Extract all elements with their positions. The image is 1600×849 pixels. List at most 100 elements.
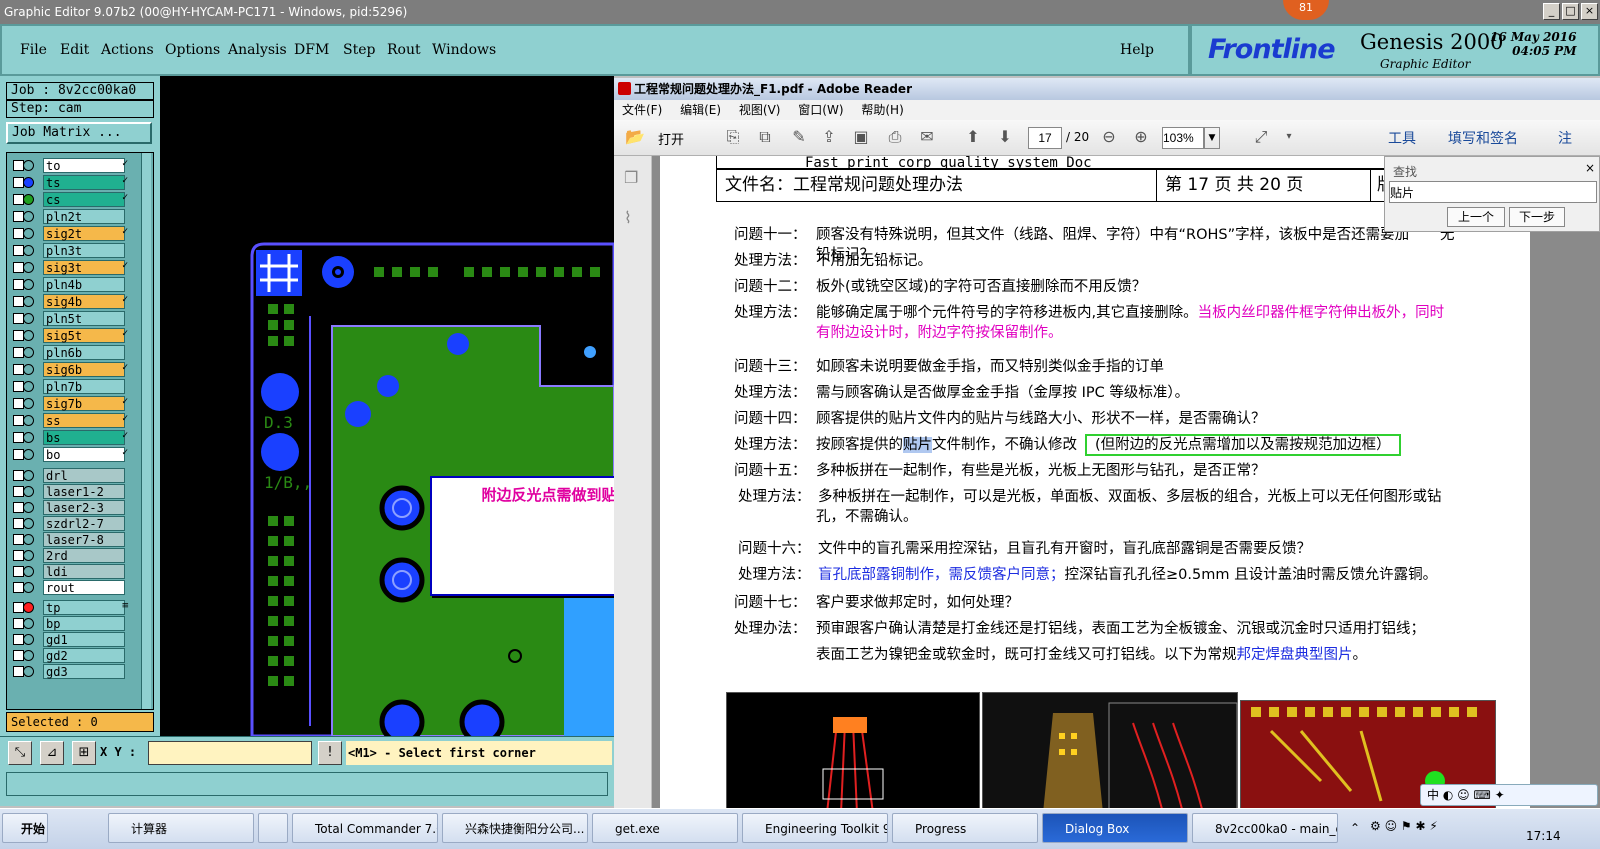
job-matrix-button[interactable]: Job Matrix ... <box>6 122 152 144</box>
zoom-input[interactable] <box>1162 127 1204 149</box>
find-close-icon[interactable]: × <box>1585 161 1595 175</box>
task-get-exe[interactable]: get.exe <box>592 813 738 843</box>
layer-color-dot[interactable] <box>23 347 34 358</box>
task-main-qa[interactable]: 8v2cc00ka0 - main_qa <box>1192 813 1338 843</box>
layer-name[interactable]: drl <box>43 468 125 483</box>
layer-name[interactable]: ts <box>43 175 125 190</box>
measure-icon[interactable]: ⊿ <box>40 741 64 765</box>
layer-name[interactable]: laser1-2 <box>43 484 125 499</box>
layer-row[interactable]: szdrl2-7 <box>7 516 143 531</box>
layer-color-dot[interactable] <box>23 211 34 222</box>
close-button[interactable]: × <box>1581 3 1598 20</box>
layer-name[interactable]: sig5t <box>43 328 125 343</box>
task-total-commander[interactable]: Total Commander 7.0 ... <box>292 813 438 843</box>
layer-color-dot[interactable] <box>23 582 34 593</box>
menu-actions[interactable]: Actions <box>101 42 154 58</box>
layer-color-dot[interactable] <box>23 228 34 239</box>
layer-name[interactable]: gd3 <box>43 664 125 679</box>
more-icon[interactable]: ▾ <box>1278 126 1300 148</box>
layer-color-dot[interactable] <box>23 296 34 307</box>
maximize-button[interactable]: □ <box>1562 3 1579 20</box>
save-icon[interactable]: ▣ <box>850 126 872 148</box>
edit-icon[interactable]: ✎ <box>788 126 810 148</box>
layer-name[interactable]: pln4b <box>43 277 125 292</box>
layer-color-dot[interactable] <box>23 602 34 613</box>
layer-color-dot[interactable] <box>23 381 34 392</box>
layer-color-dot[interactable] <box>23 502 34 513</box>
print-icon[interactable]: ⎙ <box>884 126 906 148</box>
tools-button[interactable]: 工具 <box>1388 128 1416 148</box>
layer-color-dot[interactable] <box>23 650 34 661</box>
layer-name[interactable]: pln3t <box>43 243 125 258</box>
layer-name[interactable]: sig2t <box>43 226 125 241</box>
layer-color-dot[interactable] <box>23 398 34 409</box>
layer-name[interactable]: tp <box>43 600 125 615</box>
menu-rout[interactable]: Rout <box>387 42 421 58</box>
layer-color-dot[interactable] <box>23 534 34 545</box>
sign-button[interactable]: 填写和签名 <box>1448 128 1518 148</box>
upload-icon[interactable]: ⇪ <box>818 126 840 148</box>
layer-name[interactable]: laser2-3 <box>43 500 125 515</box>
ime-mode[interactable]: 中 <box>1427 788 1439 802</box>
pages-icon[interactable]: ❐ <box>624 168 638 187</box>
comment-button[interactable]: 注 <box>1558 128 1572 148</box>
task-calculator[interactable]: 计算器 <box>108 813 254 843</box>
find-next-button[interactable]: 下一步 <box>1509 207 1565 227</box>
layer-row[interactable]: sig6b ✓ <box>7 362 143 377</box>
layer-color-dot[interactable] <box>23 432 34 443</box>
layer-color-dot[interactable] <box>23 364 34 375</box>
layer-row[interactable]: sig2t ✓ <box>7 226 143 241</box>
layer-row[interactable]: gd2 <box>7 648 143 663</box>
layer-color-dot[interactable] <box>23 313 34 324</box>
next-page-icon[interactable]: ⬇ <box>994 126 1016 148</box>
layer-color-dot[interactable] <box>23 550 34 561</box>
layer-color-dot[interactable] <box>23 177 34 188</box>
fit-page-icon[interactable]: ⤢ <box>1250 126 1272 148</box>
layer-row[interactable]: laser2-3 <box>7 500 143 515</box>
layer-row[interactable]: sig7b ✓ <box>7 396 143 411</box>
layer-color-dot[interactable] <box>23 245 34 256</box>
layer-name[interactable]: pln7b <box>43 379 125 394</box>
task-dialog-box[interactable]: Dialog Box <box>1042 813 1188 843</box>
layer-name[interactable]: pln6b <box>43 345 125 360</box>
graphic-canvas[interactable]: D.3 1/B,, <box>160 76 614 736</box>
layer-color-dot[interactable] <box>23 566 34 577</box>
tray-arrow-icon[interactable]: ⌃ <box>1350 821 1360 835</box>
prev-page-icon[interactable]: ⬆ <box>962 126 984 148</box>
layer-row[interactable]: tp ≡ <box>7 600 143 615</box>
reader-menu-file[interactable]: 文件(F) <box>622 103 662 117</box>
reader-menu-view[interactable]: 视图(V) <box>739 103 781 117</box>
menu-options[interactable]: Options <box>165 42 220 58</box>
find-input[interactable] <box>1389 181 1597 203</box>
layer-name[interactable]: sig3t <box>43 260 125 275</box>
task-browser[interactable]: 兴森快捷衡阳分公司... <box>442 813 588 843</box>
layer-row[interactable]: laser1-2 <box>7 484 143 499</box>
layer-row[interactable]: ldi <box>7 564 143 579</box>
layer-name[interactable]: cs <box>43 192 125 207</box>
layer-name[interactable]: ldi <box>43 564 125 579</box>
layer-row[interactable]: pln3t <box>7 243 143 258</box>
zoom-out-icon[interactable]: ⊖ <box>1098 126 1120 148</box>
layer-color-dot[interactable] <box>23 194 34 205</box>
layer-row[interactable]: pln6b <box>7 345 143 360</box>
layer-color-dot[interactable] <box>23 449 34 460</box>
task-progress[interactable]: Progress <box>892 813 1038 843</box>
task-engineering-toolkit[interactable]: Engineering Toolkit 9.0... <box>742 813 888 843</box>
zoom-dropdown-icon[interactable]: ▼ <box>1204 127 1220 149</box>
layer-name[interactable]: ss <box>43 413 125 428</box>
layer-color-dot[interactable] <box>23 415 34 426</box>
layer-color-dot[interactable] <box>23 486 34 497</box>
menu-dfm[interactable]: DFM <box>294 42 329 58</box>
layer-row[interactable]: laser7-8 <box>7 532 143 547</box>
xy-input[interactable] <box>148 741 312 765</box>
layer-row[interactable]: drl <box>7 468 143 483</box>
layer-name[interactable]: rout <box>43 580 125 595</box>
page-number-input[interactable] <box>1028 127 1062 149</box>
layer-scrollbar[interactable] <box>141 153 151 709</box>
layer-name[interactable]: bp <box>43 616 125 631</box>
zoom-icon[interactable]: ⤡ <box>8 741 32 765</box>
layer-row[interactable]: ss ✓ <box>7 413 143 428</box>
layer-name[interactable]: pln5t <box>43 311 125 326</box>
menu-windows[interactable]: Windows <box>432 42 496 58</box>
layer-color-dot[interactable] <box>23 330 34 341</box>
